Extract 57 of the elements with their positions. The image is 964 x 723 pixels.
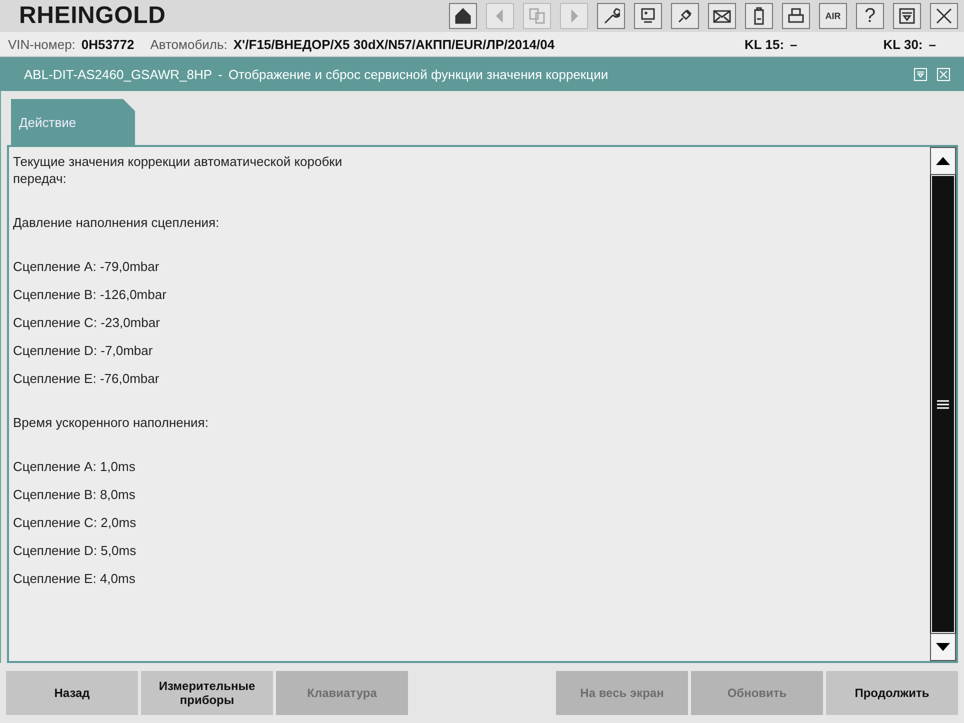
- toolbar-button[interactable]: [782, 3, 810, 29]
- home-icon: [454, 7, 472, 25]
- content-text: Сцепление D: -7,0mbar: [13, 342, 154, 359]
- content-text: Сцепление B: 8,0ms: [13, 486, 136, 503]
- vehicle-label: Автомобиль:: [150, 36, 228, 52]
- help-icon: ?: [864, 6, 876, 26]
- content-text: Сцепление A: 1,0ms: [13, 458, 136, 475]
- action-button[interactable]: Назад: [6, 671, 138, 715]
- documents-icon: [528, 7, 546, 25]
- wrench-icon: [602, 7, 620, 25]
- close-icon: [935, 7, 953, 25]
- air-icon: AIR: [825, 12, 841, 20]
- scrollbar[interactable]: [930, 147, 956, 661]
- function-code: ABL-DIT-AS2460_GSAWR_8HP: [24, 66, 212, 82]
- action-button[interactable]: Измерительные приборы: [141, 671, 273, 715]
- content-text: Давление наполнения сцепления:: [13, 214, 220, 231]
- scroll-thumb[interactable]: [931, 174, 955, 634]
- action-button[interactable]: Продолжить: [826, 671, 958, 715]
- content-text: Сцепление E: 4,0ms: [13, 570, 136, 587]
- close-icon[interactable]: [937, 68, 950, 80]
- toolbar-button[interactable]: ?: [856, 3, 884, 29]
- down-triangle-icon: [936, 643, 950, 652]
- scroll-up-button[interactable]: [930, 147, 956, 175]
- toolbar-button[interactable]: [597, 3, 625, 29]
- scroll-down-button[interactable]: [930, 633, 956, 661]
- app-logo: RHEINGOLD: [19, 2, 167, 30]
- toolbar-button[interactable]: [671, 3, 699, 29]
- grip-icon: [937, 400, 949, 408]
- separator: -: [218, 66, 222, 82]
- up-triangle-icon: [936, 156, 950, 165]
- kl15-value: –: [790, 36, 798, 52]
- vehicle-value: X'/F15/ВНЕДОР/X5 30dX/N57/АКПП/EUR/ЛР/2014/04: [233, 36, 555, 52]
- kl30-label: KL 30:: [883, 36, 923, 52]
- printer-icon: [787, 7, 805, 25]
- toolbar-button[interactable]: [634, 3, 662, 29]
- toolbar-button[interactable]: [708, 3, 736, 29]
- toolbar-button[interactable]: [930, 3, 958, 29]
- minimize-icon[interactable]: [914, 68, 927, 80]
- plug-icon: [676, 7, 694, 25]
- content-text: Сцепление D: 5,0ms: [13, 542, 138, 559]
- content-text: Сцепление E: -76,0mbar: [13, 370, 160, 387]
- kl15-label: KL 15:: [744, 36, 784, 52]
- toolbar-button[interactable]: [893, 3, 921, 29]
- content-text: Время ускоренного наполнения:: [13, 414, 210, 431]
- content-text: Текущие значения коррекции автоматической коробки передач:: [13, 153, 344, 187]
- toolbar-button[interactable]: [745, 3, 773, 29]
- function-title: Отображение и сброс сервисной функции значения коррекции: [228, 66, 608, 82]
- content-text: Сцепление B: -126,0mbar: [13, 286, 168, 303]
- kl30-value: –: [928, 36, 936, 52]
- toolbar-button[interactable]: AIR: [819, 3, 847, 29]
- vin-label: VIN-номер:: [8, 36, 76, 52]
- content-text: Сцепление C: 2,0ms: [13, 514, 138, 531]
- vin-value: 0H53772: [81, 36, 134, 52]
- minimize-icon: [898, 7, 916, 25]
- content-text: Сцепление A: -79,0mbar: [13, 258, 160, 275]
- content-text: Сцепление C: -23,0mbar: [13, 314, 161, 331]
- toolbar-button[interactable]: [449, 3, 477, 29]
